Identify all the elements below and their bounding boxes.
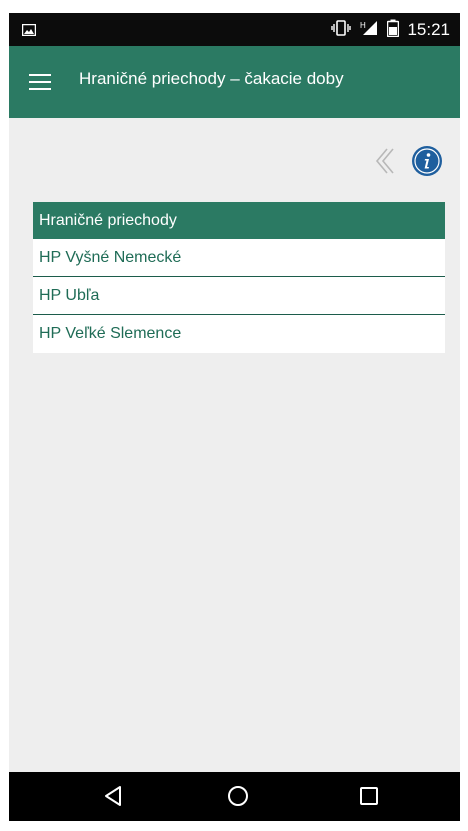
recents-icon[interactable] (358, 784, 380, 813)
battery-icon (387, 19, 400, 42)
vibrate-icon (331, 19, 352, 41)
status-time: 15:21 (407, 20, 450, 39)
svg-text:H: H (360, 21, 366, 30)
app-screen: H 15:21 Hraničné priechody – čakacie dob… (9, 13, 460, 821)
back-chevron-icon[interactable] (373, 146, 397, 181)
app-title: Hraničné priechody – čakacie doby (79, 69, 344, 88)
home-icon[interactable] (226, 784, 250, 813)
border-crossings-list: Hraničné priechody HP Vyšné Nemecké HP U… (33, 202, 445, 353)
navigation-bar (9, 772, 460, 821)
back-icon[interactable] (102, 784, 124, 813)
list-item-ubla[interactable]: HP Ubľa (33, 277, 445, 315)
info-icon[interactable] (411, 145, 443, 182)
image-icon (21, 23, 37, 41)
list-item-velke-slemence[interactable]: HP Veľké Slemence (33, 315, 445, 353)
app-bar: Hraničné priechody – čakacie doby (9, 46, 460, 118)
status-icons: H 15:21 (331, 19, 450, 41)
hamburger-menu-icon[interactable] (29, 74, 51, 90)
status-bar: H 15:21 (9, 13, 460, 46)
signal-icon: H (359, 20, 379, 41)
list-item-vysne-nemecke[interactable]: HP Vyšné Nemecké (33, 239, 445, 277)
list-header: Hraničné priechody (33, 202, 445, 239)
